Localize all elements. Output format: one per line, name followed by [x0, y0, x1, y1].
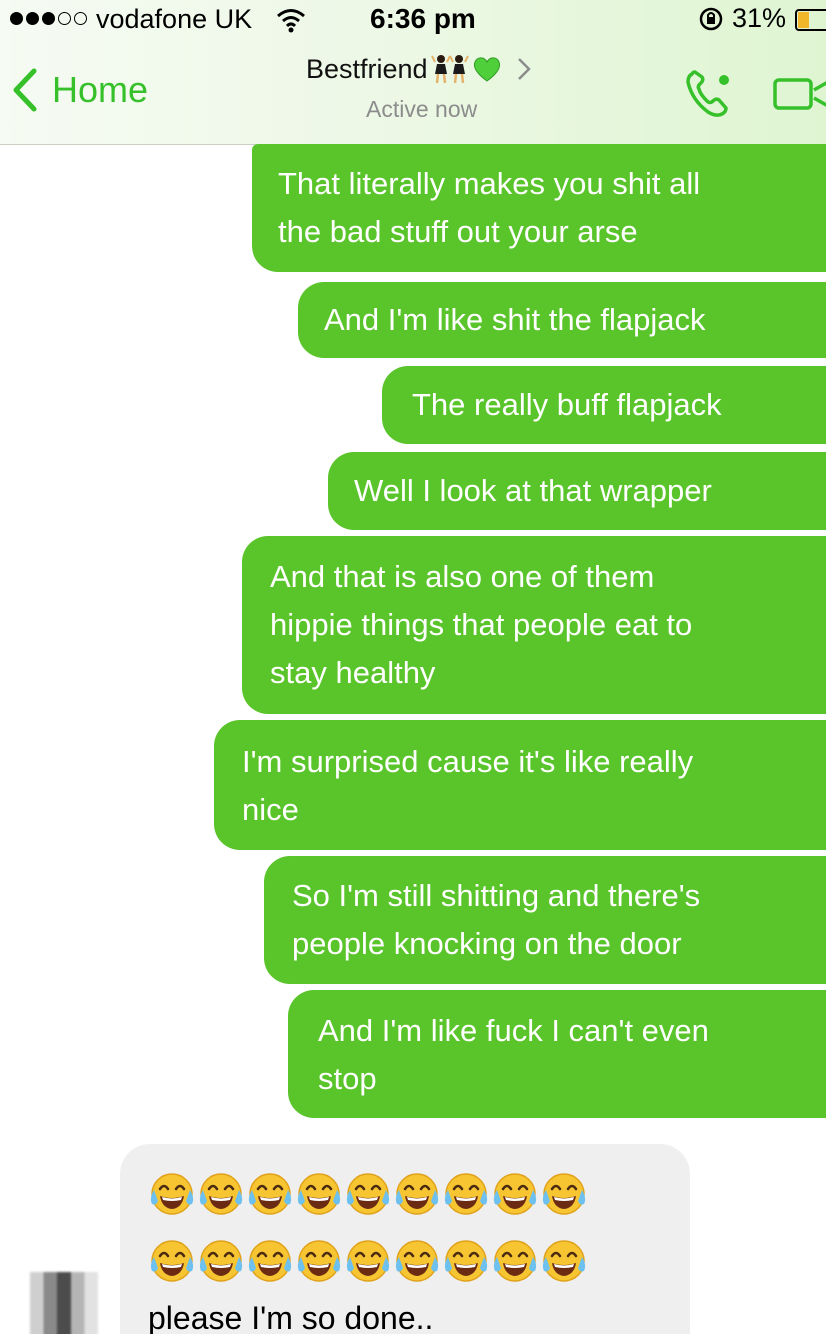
chevron-left-icon: [13, 68, 37, 112]
message-text: I'm surprised cause it's like really nic…: [242, 744, 694, 827]
message-text: That literally makes you shit all the ba…: [278, 166, 701, 249]
back-label: Home: [52, 69, 149, 110]
face-with-tears-of-joy-icon: [393, 1237, 441, 1285]
face-with-tears-of-joy-icon: [491, 1170, 539, 1218]
phone-call-icon[interactable]: [682, 66, 738, 122]
face-with-tears-of-joy-icon: [148, 1237, 196, 1285]
outgoing-message[interactable]: The really buff flapjack: [382, 366, 826, 444]
face-with-tears-of-joy-icon: [246, 1237, 294, 1285]
face-with-tears-of-joy-icon: [295, 1170, 343, 1218]
face-with-tears-of-joy-icon: [148, 1170, 196, 1218]
incoming-message[interactable]: please I'm so done..: [120, 1144, 690, 1334]
chat-screen: vodafone UK 6:36 pm 31% Home Bestfriend …: [0, 0, 826, 1334]
face-with-tears-of-joy-icon: [540, 1170, 588, 1218]
contact-status: Active now: [366, 96, 478, 122]
outgoing-message[interactable]: That literally makes you shit all the ba…: [252, 144, 826, 272]
face-with-tears-of-joy-icon: [197, 1237, 245, 1285]
face-with-tears-of-joy-icon: [540, 1237, 588, 1285]
contact-name: Bestfriend: [306, 53, 428, 84]
avatar[interactable]: [30, 1272, 98, 1334]
message-text: The really buff flapjack: [412, 387, 722, 422]
face-with-tears-of-joy-icon: [344, 1237, 392, 1285]
outgoing-message[interactable]: So I'm still shitting and there's people…: [264, 856, 826, 984]
chevron-right-icon: [517, 58, 531, 80]
message-text: Well I look at that wrapper: [354, 473, 712, 508]
message-text: And that is also one of them hippie thin…: [270, 559, 693, 690]
battery-icon: [795, 9, 826, 31]
dancing-women-emoji-icon: [430, 55, 469, 84]
outgoing-message[interactable]: And I'm like shit the flapjack: [298, 282, 826, 358]
message-text: please I'm so done..: [148, 1300, 434, 1334]
nav-bar: Home Bestfriend Active now: [0, 44, 826, 144]
face-with-tears-of-joy-icon: [442, 1237, 490, 1285]
outgoing-message[interactable]: I'm surprised cause it's like really nic…: [214, 720, 826, 850]
outgoing-message[interactable]: Well I look at that wrapper: [328, 452, 826, 530]
outgoing-message[interactable]: And I'm like fuck I can't even stop: [288, 990, 826, 1118]
signal-strength-icon: [10, 12, 87, 25]
header: vodafone UK 6:36 pm 31% Home Bestfriend …: [0, 0, 826, 145]
message-text: And I'm like shit the flapjack: [324, 302, 706, 337]
status-bar: vodafone UK 6:36 pm 31%: [0, 0, 826, 40]
message-text: And I'm like fuck I can't even stop: [318, 1013, 709, 1096]
face-with-tears-of-joy-icon: [491, 1237, 539, 1285]
rotation-lock-icon: [699, 7, 723, 31]
video-call-icon[interactable]: [772, 74, 826, 114]
face-with-tears-of-joy-icon: [442, 1170, 490, 1218]
emoji-row: [148, 1237, 690, 1291]
wifi-icon: [277, 9, 305, 33]
clock: 6:36 pm: [370, 3, 476, 34]
battery-percentage: 31%: [732, 3, 787, 33]
face-with-tears-of-joy-icon: [393, 1170, 441, 1218]
face-with-tears-of-joy-icon: [344, 1170, 392, 1218]
carrier-name: vodafone UK: [96, 4, 253, 34]
face-with-tears-of-joy-icon: [246, 1170, 294, 1218]
face-with-tears-of-joy-icon: [197, 1170, 245, 1218]
message-text: So I'm still shitting and there's people…: [292, 878, 701, 961]
emoji-row: [148, 1170, 690, 1224]
outgoing-message[interactable]: And that is also one of them hippie thin…: [242, 536, 826, 714]
back-button[interactable]: Home: [12, 68, 148, 112]
contact-header[interactable]: Bestfriend Active now: [306, 52, 576, 123]
green-heart-emoji-icon: [473, 57, 500, 82]
face-with-tears-of-joy-icon: [295, 1237, 343, 1285]
